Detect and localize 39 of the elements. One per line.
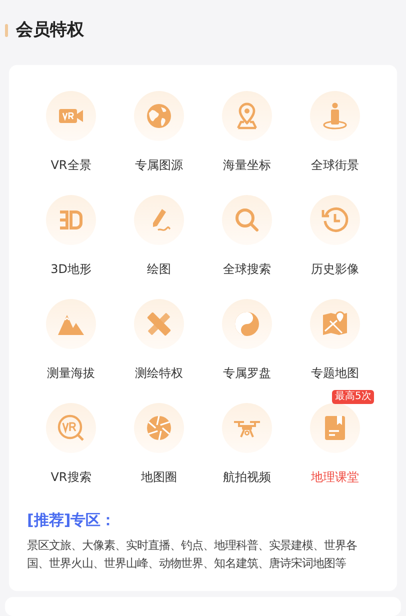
feature-label: 历史影像 [311,260,359,276]
feature-label: VR搜索 [50,468,92,484]
feature-item[interactable]: 专属罗盘 [206,284,288,380]
recommend-title: [推荐]专区： [27,510,117,530]
feature-label: 专属图源 [135,156,183,172]
feature-item[interactable]: 全球搜索 [206,180,288,276]
feature-item[interactable]: 航拍视频 [206,388,288,484]
feature-label: 测量海拔 [47,364,95,380]
history-clock-icon [320,204,350,234]
feature-label: 全球搜索 [223,260,271,276]
feature-item[interactable]: 绘图 [118,180,200,276]
vr-search-icon [56,412,86,442]
section-title: 会员特权 [16,19,84,42]
feature-label: 绘图 [147,260,171,276]
feature-label: 专属罗盘 [223,364,271,380]
limit-badge: 最高5次 [332,390,374,404]
feature-label: 航拍视频 [223,468,271,484]
recommend-description: 景区文旅、大像素、实时直播、钓点、地理科普、实景建模、世界各国、世界火山、世界山峰、动物世界、知名建筑、唐诗宋词地图等 [27,538,358,572]
feature-label: 测绘特权 [135,364,183,380]
feature-item[interactable]: 测绘特权 [118,284,200,380]
feature-item[interactable]: 最高5次 地理课堂 [294,388,376,484]
feature-item[interactable]: 专属图源 [118,76,200,172]
feature-label: 专题地图 [311,364,359,380]
feature-item[interactable]: 海量坐标 [206,76,288,172]
feature-item[interactable]: 历史影像 [294,180,376,276]
feature-label: 地理课堂 [311,468,359,484]
title-accent-bar [5,24,8,38]
feature-item[interactable]: 专题地图 [294,284,376,380]
feature-label: 全球街景 [311,156,359,172]
feature-item[interactable]: 全球街景 [294,76,376,172]
feature-label: 地图圈 [141,468,177,484]
feature-item[interactable]: VR搜索 [30,388,112,484]
feature-item[interactable]: VR全景 [30,76,112,172]
feature-item[interactable]: 地图圈 [118,388,200,484]
feature-item[interactable]: 测量海拔 [30,284,112,380]
feature-label: 海量坐标 [223,156,271,172]
feature-item[interactable]: 3D地形 [30,180,112,276]
feature-label: 3D地形 [50,260,92,276]
feature-label: VR全景 [50,156,92,172]
